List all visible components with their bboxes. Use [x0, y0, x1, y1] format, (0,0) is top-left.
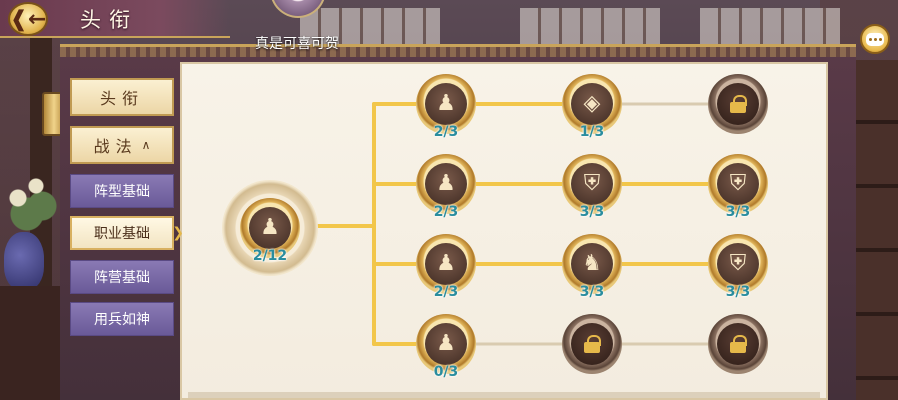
skill-node[interactable]: ♟ 0/3: [416, 314, 476, 380]
side-table-decoration: [0, 286, 60, 400]
submenu-item-label: 职业基础: [94, 226, 150, 242]
chat-button[interactable]: [860, 24, 890, 54]
skill-node[interactable]: ⛨ 3/3: [562, 154, 622, 220]
submenu-item-profession[interactable]: 职业基础 ❯: [70, 216, 184, 250]
skill-node-locked[interactable]: [562, 314, 622, 374]
warrior-figure-icon: ♟: [436, 331, 456, 356]
selected-arrow-icon: ❯: [172, 225, 184, 241]
skill-node[interactable]: ♟ 2/3: [416, 74, 476, 140]
submenu-item-label: 阵营基础: [94, 270, 150, 286]
node-core: ♟: [425, 243, 467, 285]
menu-item-title[interactable]: 头衔: [70, 78, 174, 116]
skill-node-root[interactable]: ♟ 2/12: [222, 180, 318, 276]
back-button[interactable]: ❰←: [8, 2, 48, 36]
node-core: ⛨: [717, 163, 759, 205]
diamond-emblem-icon: ◈: [583, 91, 601, 116]
skill-node-locked[interactable]: [708, 74, 768, 134]
submenu-item-mastery[interactable]: 用兵如神: [70, 302, 174, 336]
node-core: [571, 323, 613, 365]
warrior-figure-icon: ♟: [436, 251, 456, 276]
node-core: ♟: [425, 323, 467, 365]
flower-plant-decoration: [0, 158, 60, 238]
node-core: ⛨: [571, 163, 613, 205]
background-window: [520, 8, 660, 48]
skill-node-locked[interactable]: [708, 314, 768, 374]
skill-node[interactable]: ♞ 3/3: [562, 234, 622, 300]
node-core: ♟: [425, 163, 467, 205]
node-core: ♟: [249, 207, 291, 249]
shield-icon: ⛨: [583, 171, 601, 196]
submenu-item-formation[interactable]: 阵型基础: [70, 174, 174, 208]
back-arrow-icon: ❰←: [9, 6, 47, 32]
node-core: ◈: [571, 83, 613, 125]
warrior-figure-icon: ♟: [436, 171, 456, 196]
node-core: [717, 83, 759, 125]
menu-item-label: 战法: [93, 137, 138, 156]
skill-node[interactable]: ♟ 2/3: [416, 234, 476, 300]
vase-decoration: [4, 232, 44, 290]
chevron-up-icon: ∧: [141, 138, 151, 152]
shield-icon: ⛨: [729, 251, 747, 276]
menu-item-tactics[interactable]: 战法 ∧: [70, 126, 174, 164]
chat-bubble-icon: [866, 32, 884, 46]
dragon-icon: ♞: [582, 251, 602, 276]
lock-icon: [730, 335, 747, 353]
warrior-figure-icon: ♟: [436, 91, 456, 116]
skill-node[interactable]: ♟ 2/3: [416, 154, 476, 220]
node-core: ♟: [425, 83, 467, 125]
submenu-item-faction[interactable]: 阵营基础: [70, 260, 174, 294]
warrior-figure-icon: ♟: [260, 215, 280, 240]
submenu-item-label: 用兵如神: [94, 312, 150, 328]
skill-node[interactable]: ◈ 1/3: [562, 74, 622, 140]
player-name: 真是可喜可贺: [255, 36, 339, 52]
background-window: [700, 8, 840, 48]
skill-node[interactable]: ⛨ 3/3: [708, 234, 768, 300]
menu-item-label: 头衔: [99, 89, 144, 108]
node-core: [717, 323, 759, 365]
shield-icon: ⛨: [729, 171, 747, 196]
submenu-item-label: 阵型基础: [94, 184, 150, 200]
node-core: ♞: [571, 243, 613, 285]
skill-node[interactable]: ♟ 2/12: [240, 198, 300, 264]
node-core: ⛨: [717, 243, 759, 285]
page-title: 头衔: [80, 8, 138, 32]
lock-icon: [730, 95, 747, 113]
lock-icon: [584, 335, 601, 353]
skill-node[interactable]: ⛨ 3/3: [708, 154, 768, 220]
